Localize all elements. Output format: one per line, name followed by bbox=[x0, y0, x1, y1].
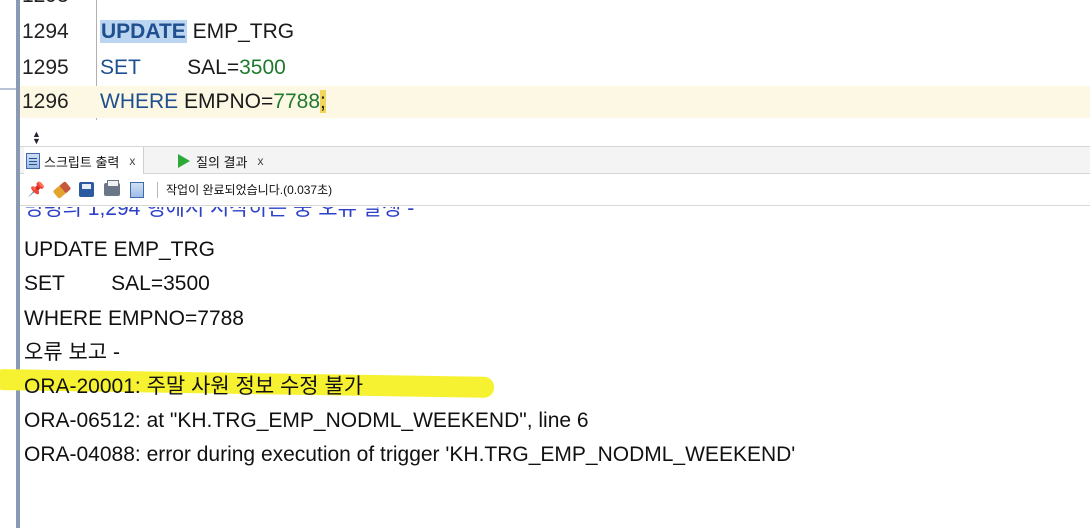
line-number: 1293 bbox=[22, 0, 74, 12]
tab-label: 스크립트 출력 bbox=[44, 154, 120, 170]
caret-semicolon: ; bbox=[320, 90, 326, 113]
output-toolbar: 📌 작업이 완료되었습니다.(0.037초) bbox=[20, 174, 1090, 206]
editor-horizontal-scrollbar[interactable]: ◂ ‹ bbox=[100, 118, 140, 120]
code-text: SAL= bbox=[187, 56, 240, 79]
error-code-line: ORA-04088: error during execution of tri… bbox=[24, 443, 796, 466]
code-spacer bbox=[140, 56, 187, 79]
code-line-1294[interactable]: 1294 UPDATE EMP_TRG bbox=[20, 16, 1090, 48]
pin-icon[interactable]: 📌 bbox=[28, 181, 45, 198]
tab-close-icon[interactable]: x bbox=[257, 154, 263, 168]
save-button[interactable] bbox=[78, 181, 95, 198]
play-icon bbox=[178, 154, 190, 168]
line-number: 1294 bbox=[22, 20, 69, 43]
tab-label: 질의 결과 bbox=[196, 154, 248, 170]
document-icon bbox=[129, 181, 144, 198]
tab-script-output[interactable]: 스크립트 출력 x bbox=[24, 147, 145, 175]
numeric-literal: 3500 bbox=[239, 56, 286, 79]
splitter-collapse-arrows-icon[interactable]: ▲ ▼ bbox=[32, 130, 41, 146]
keyword-set: SET bbox=[100, 56, 141, 79]
code-line-1295[interactable]: 1295 SET SAL=3500 bbox=[20, 52, 1090, 84]
code-line-1296-current[interactable]: 1296 WHERE EMPNO=7788; bbox=[20, 86, 1090, 118]
error-code-line-highlighted: ORA-20001: 주말 사원 정보 수정 불가 bbox=[24, 375, 364, 398]
keyword-where: WHERE bbox=[100, 90, 179, 113]
tab-query-result[interactable]: 질의 결과 x bbox=[172, 147, 269, 175]
line-number: 1295 bbox=[22, 56, 69, 79]
error-code-line: ORA-06512: at "KH.TRG_EMP_NODML_WEEKEND"… bbox=[24, 409, 589, 432]
status-message: 작업이 완료되었습니다.(0.037초) bbox=[166, 183, 333, 197]
code-text: EMPNO= bbox=[178, 90, 274, 113]
eraser-icon bbox=[52, 180, 71, 199]
numeric-literal: 7788 bbox=[273, 90, 320, 113]
clear-button[interactable] bbox=[52, 180, 71, 199]
print-button[interactable] bbox=[103, 180, 120, 198]
open-document-button[interactable] bbox=[128, 181, 145, 198]
code-text: EMP_TRG bbox=[186, 20, 295, 43]
script-document-icon bbox=[26, 153, 40, 169]
print-icon bbox=[103, 180, 120, 196]
selected-keyword-update: UPDATE bbox=[100, 20, 187, 43]
output-tab-bar: 스크립트 출력 x 질의 결과 x bbox=[20, 146, 1090, 175]
toolbar-divider bbox=[157, 181, 158, 198]
script-output-lines-lower: ORA-20001: 주말 사원 정보 수정 불가 ORA-06512: at … bbox=[20, 207, 1090, 528]
sql-editor[interactable]: 1293 1294 UPDATE EMP_TRG 1295 SET SAL=35… bbox=[20, 0, 1090, 120]
tab-close-icon[interactable]: x bbox=[129, 154, 135, 168]
window-edge-notch bbox=[0, 88, 16, 90]
save-icon bbox=[79, 182, 94, 197]
code-line-1293: 1293 bbox=[20, 0, 1090, 12]
panel-splitter[interactable]: ▲ ▼ bbox=[20, 130, 1090, 146]
line-number: 1296 bbox=[22, 90, 69, 113]
